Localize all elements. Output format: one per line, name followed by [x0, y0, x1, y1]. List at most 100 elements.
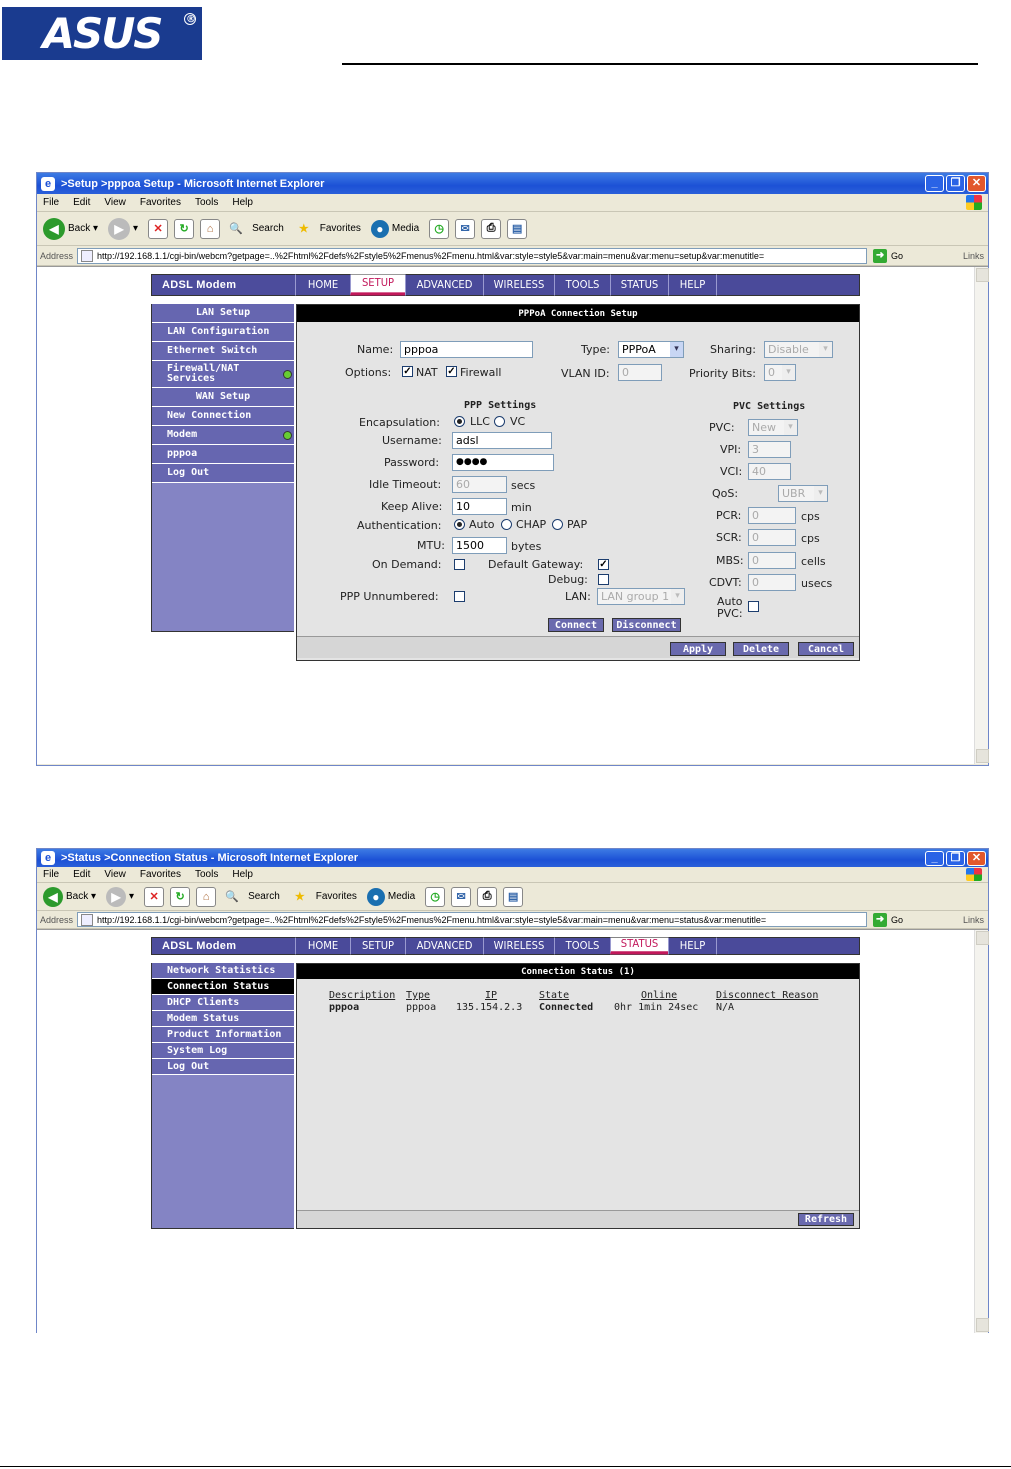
sidebar-item-log-out[interactable]: Log Out [152, 464, 294, 483]
lan-group-select[interactable]: LAN group 1 [597, 588, 685, 605]
sidebar-item-product-information[interactable]: Product Information [152, 1027, 294, 1043]
menu-file[interactable]: File [43, 869, 59, 880]
links-button[interactable]: Links [963, 251, 988, 261]
apply-button[interactable]: Apply [670, 642, 726, 656]
connect-button[interactable]: Connect [548, 618, 604, 632]
sidebar-item-network-statistics[interactable]: Network Statistics [152, 963, 294, 979]
mail-icon[interactable]: ✉ [451, 886, 472, 907]
search-button[interactable]: 🔍 Search [226, 219, 284, 239]
stop-icon[interactable]: ✕ [148, 218, 169, 239]
favorites-button[interactable]: ★ Favorites [294, 219, 361, 239]
maximize-button[interactable]: ❐ [946, 175, 965, 192]
address-input[interactable]: http://192.168.1.1/cgi-bin/webcm?getpage… [77, 912, 868, 927]
search-button[interactable]: 🔍 Search [222, 887, 280, 907]
disconnect-button[interactable]: Disconnect [612, 618, 681, 632]
ppp-unnumbered-checkbox[interactable] [454, 591, 465, 602]
history-icon[interactable]: ◷ [425, 886, 446, 907]
cdvt-input[interactable]: 0 [748, 574, 796, 591]
tab-wireless[interactable]: WIRELESS [483, 274, 554, 296]
tab-setup[interactable]: SETUP [350, 937, 405, 955]
name-input[interactable]: pppoa [400, 341, 533, 358]
minimize-button[interactable]: _ [925, 175, 944, 192]
links-button[interactable]: Links [963, 915, 988, 925]
history-icon[interactable]: ◷ [429, 218, 450, 239]
refresh-icon[interactable]: ↻ [170, 886, 191, 907]
mtu-input[interactable]: 1500 [452, 537, 507, 554]
tab-status[interactable]: STATUS [610, 274, 668, 296]
debug-checkbox[interactable] [598, 574, 609, 585]
tab-status[interactable]: STATUS [610, 937, 668, 955]
tab-tools[interactable]: TOOLS [554, 937, 610, 955]
tab-advanced[interactable]: ADVANCED [405, 274, 483, 296]
menu-help[interactable]: Help [232, 197, 253, 208]
maximize-button[interactable]: ❐ [946, 850, 965, 866]
tab-wireless[interactable]: WIRELESS [483, 937, 554, 955]
forward-button[interactable]: ▶ ▾ [106, 886, 134, 907]
sidebar-item-ethernet-switch[interactable]: Ethernet Switch [152, 342, 294, 361]
go-button[interactable]: ➜ Go [873, 248, 903, 263]
sidebar-item-modem[interactable]: Modem [152, 426, 294, 445]
stop-icon[interactable]: ✕ [144, 886, 165, 907]
llc-radio[interactable] [454, 416, 465, 427]
tab-home[interactable]: HOME [295, 274, 350, 296]
address-input[interactable]: http://192.168.1.1/cgi-bin/webcm?getpage… [77, 247, 868, 264]
sidebar-item-dhcp-clients[interactable]: DHCP Clients [152, 995, 294, 1011]
delete-button[interactable]: Delete [733, 642, 789, 656]
tab-help[interactable]: HELP [668, 937, 717, 955]
menu-view[interactable]: View [104, 197, 126, 208]
vci-input[interactable]: 40 [748, 463, 791, 480]
menu-tools[interactable]: Tools [195, 869, 218, 880]
menu-edit[interactable]: Edit [73, 869, 90, 880]
pvc-select[interactable]: New [748, 419, 798, 436]
forward-button[interactable]: ▶ ▾ [108, 217, 138, 240]
username-input[interactable]: adsl [452, 432, 552, 449]
go-button[interactable]: ➜ Go [873, 912, 903, 927]
menu-tools[interactable]: Tools [195, 197, 218, 208]
sidebar-item-system-log[interactable]: System Log [152, 1043, 294, 1059]
qos-select[interactable]: UBR [778, 485, 828, 502]
auth-pap-radio[interactable] [552, 519, 563, 530]
edit-icon[interactable]: ▤ [503, 886, 524, 907]
edit-icon[interactable]: ▤ [507, 218, 528, 239]
menu-favorites[interactable]: Favorites [140, 197, 181, 208]
print-icon[interactable]: ⎙ [481, 218, 502, 239]
sidebar-item-pppoa[interactable]: pppoa [152, 445, 294, 464]
close-button[interactable]: ✕ [967, 850, 986, 866]
close-button[interactable]: ✕ [967, 175, 986, 192]
sidebar-item-new-connection[interactable]: New Connection [152, 407, 294, 426]
home-icon[interactable]: ⌂ [200, 218, 221, 239]
sidebar-item-lan-configuration[interactable]: LAN Configuration [152, 323, 294, 342]
auth-auto-radio[interactable] [454, 519, 465, 530]
menu-favorites[interactable]: Favorites [140, 869, 181, 880]
refresh-icon[interactable]: ↻ [174, 218, 195, 239]
menu-file[interactable]: File [43, 197, 59, 208]
tab-advanced[interactable]: ADVANCED [405, 937, 483, 955]
vertical-scrollbar[interactable] [974, 267, 989, 764]
priority-bits-select[interactable]: 0 [764, 364, 796, 381]
mbs-input[interactable]: 0 [748, 552, 796, 569]
vlan-id-input[interactable]: 0 [618, 364, 662, 381]
type-select[interactable]: PPPoA [618, 341, 684, 358]
print-icon[interactable]: ⎙ [477, 886, 498, 907]
back-button[interactable]: ◀ Back ▾ [43, 886, 96, 907]
auto-pvc-checkbox[interactable] [748, 601, 759, 612]
minimize-button[interactable]: _ [925, 850, 944, 866]
media-button[interactable]: ● Media [370, 219, 419, 238]
home-icon[interactable]: ⌂ [196, 886, 217, 907]
scr-input[interactable]: 0 [748, 529, 796, 546]
on-demand-checkbox[interactable] [454, 559, 465, 570]
refresh-button[interactable]: Refresh [798, 1213, 854, 1226]
menu-view[interactable]: View [104, 869, 126, 880]
media-button[interactable]: ● Media [366, 887, 415, 906]
keep-alive-input[interactable]: 10 [452, 498, 507, 515]
firewall-checkbox[interactable]: ✓ [446, 366, 457, 377]
tab-setup[interactable]: SETUP [350, 274, 405, 296]
vertical-scrollbar[interactable] [974, 930, 989, 1333]
auth-chap-radio[interactable] [501, 519, 512, 530]
sharing-select[interactable]: Disable [764, 341, 833, 358]
sidebar-item-wan-setup[interactable]: WAN Setup [152, 388, 294, 407]
sidebar-item-firewall-nat[interactable]: Firewall/NAT Services [152, 361, 294, 388]
sidebar-item-modem-status[interactable]: Modem Status [152, 1011, 294, 1027]
tab-help[interactable]: HELP [668, 274, 717, 296]
password-input[interactable]: ●●●● [452, 454, 554, 471]
